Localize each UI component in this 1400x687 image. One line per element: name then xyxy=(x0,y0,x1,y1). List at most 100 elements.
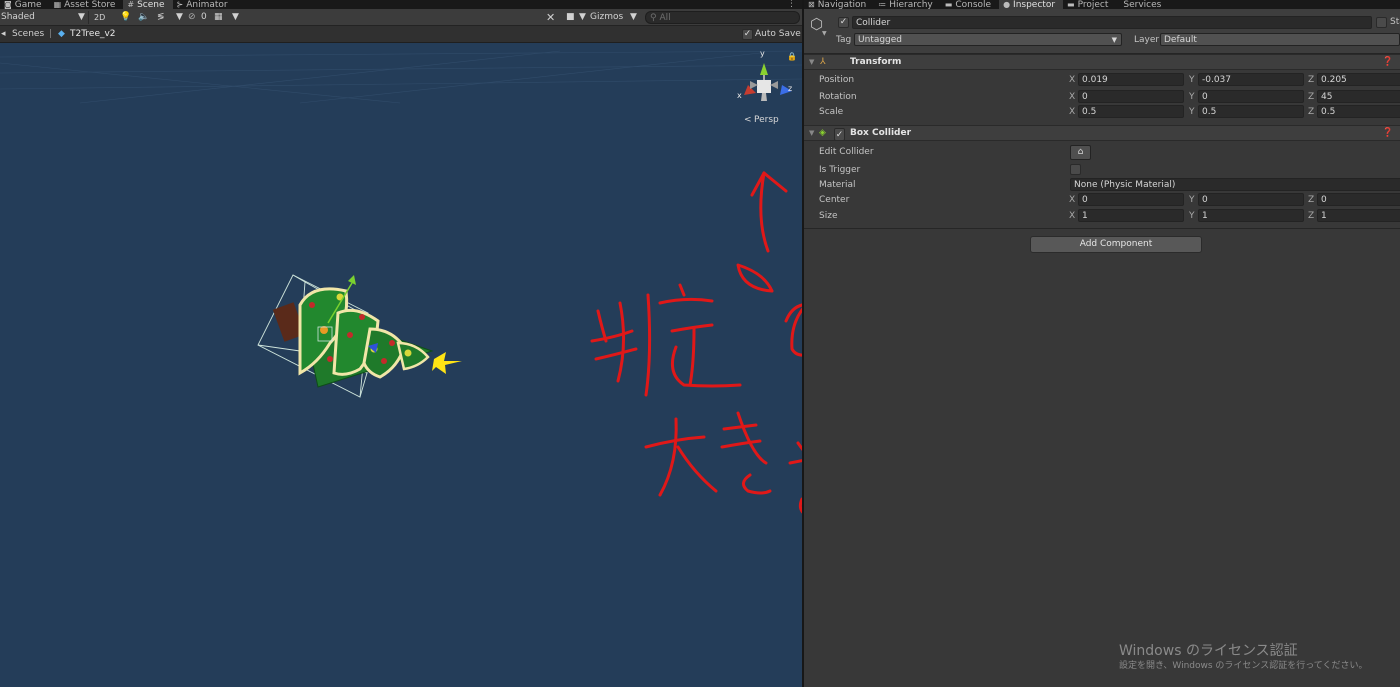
box-collider-enabled-checkbox[interactable]: ✓ xyxy=(834,128,845,141)
rotation-x-input[interactable]: 0 xyxy=(1078,90,1184,103)
tab-navigation[interactable]: ⊠ Navigation xyxy=(804,0,874,9)
tab-label: Services xyxy=(1123,0,1162,9)
effects-toggle-icon[interactable]: ≶ xyxy=(157,11,165,24)
tag-dropdown[interactable]: Untagged ▼ xyxy=(854,33,1122,46)
chevron-down-icon[interactable]: ▼ xyxy=(232,11,239,24)
scene-canvas[interactable]: y x z < Persp 🔒 xyxy=(0,43,802,687)
tab-scene[interactable]: # Scene xyxy=(123,0,173,9)
active-checkbox[interactable]: ✓ xyxy=(838,17,849,28)
static-label: Sta xyxy=(1390,17,1400,27)
kebab-menu-icon[interactable]: ⋮ xyxy=(787,0,796,9)
camera-icon[interactable]: ■ xyxy=(566,11,575,24)
info-icon: ● xyxy=(1003,0,1011,9)
gizmo-x-label: x xyxy=(737,91,742,100)
static-checkbox[interactable] xyxy=(1376,17,1387,28)
orientation-gizmo[interactable]: y x z < Persp 🔒 xyxy=(737,49,797,125)
back-arrow-icon[interactable]: ◂ xyxy=(1,28,6,41)
axis-y-label: Y xyxy=(1189,92,1195,102)
chevron-down-icon[interactable]: ▼ xyxy=(822,30,827,37)
tab-game[interactable]: ◙ Game xyxy=(0,0,50,9)
gameobject-name-input[interactable]: Collider xyxy=(852,16,1372,29)
position-x-input[interactable]: 0.019 xyxy=(1078,73,1184,86)
help-icon[interactable]: ❓ xyxy=(1382,127,1393,140)
toolbar-divider xyxy=(88,11,89,24)
checkmark-icon: ✓ xyxy=(742,29,753,40)
axis-z-label: Z xyxy=(1308,75,1315,85)
scene-viewport[interactable]: y x z < Persp 🔒 xyxy=(0,43,802,687)
center-y-input[interactable]: 0 xyxy=(1198,193,1304,206)
lock-icon[interactable]: 🔒 xyxy=(787,52,797,61)
grid-icon: # xyxy=(127,0,135,9)
breadcrumb-scenes[interactable]: Scenes xyxy=(12,28,44,41)
rotation-y-input[interactable]: 0 xyxy=(1198,90,1304,103)
scale-y-input[interactable]: 0.5 xyxy=(1198,105,1304,118)
grid-toggle-icon[interactable]: ▦ xyxy=(214,11,223,24)
chevron-down-icon[interactable]: ▼ xyxy=(78,11,85,24)
box-collider-title: Box Collider xyxy=(850,128,912,138)
breadcrumb-prefab[interactable]: T2Tree_v2 xyxy=(70,28,116,41)
center-z-input[interactable]: 0 xyxy=(1317,193,1400,206)
auto-save-checkbox[interactable]: ✓ xyxy=(742,28,753,41)
hidden-objects-count: 0 xyxy=(201,12,207,22)
chevron-down-icon[interactable]: ▼ xyxy=(176,11,183,24)
shading-mode-dropdown[interactable]: Shaded xyxy=(1,11,35,24)
animator-icon: ⊱ xyxy=(176,0,184,9)
tab-inspector[interactable]: ● Inspector xyxy=(999,0,1064,9)
tab-animator[interactable]: ⊱ Animator xyxy=(173,0,236,9)
help-icon[interactable]: ❓ xyxy=(1382,56,1393,69)
gizmos-dropdown[interactable]: Gizmos xyxy=(590,11,623,24)
tab-console[interactable]: ▬ Console xyxy=(941,0,999,9)
breadcrumb: ◂ Scenes | ◆ T2Tree_v2 ✓ Auto Save xyxy=(0,26,802,43)
tag-label: Tag xyxy=(836,35,852,45)
axis-y-label: Y xyxy=(1189,107,1195,117)
tools-icon[interactable]: ✕ xyxy=(546,11,555,24)
axis-x-label: X xyxy=(1069,92,1076,102)
chevron-down-icon[interactable]: ▼ xyxy=(579,11,586,24)
tab-label: Scene xyxy=(137,0,165,9)
chevron-down-icon[interactable]: ▼ xyxy=(809,56,814,69)
transform-header[interactable]: ▼ ⅄ Transform ❓ xyxy=(804,54,1400,70)
rotation-label: Rotation xyxy=(819,92,857,102)
component-divider xyxy=(804,228,1400,229)
tab-project[interactable]: ▬ Project xyxy=(1063,0,1116,9)
layer-dropdown[interactable]: Default xyxy=(1160,33,1400,46)
is-trigger-checkbox[interactable] xyxy=(1070,164,1081,175)
hidden-objects-icon[interactable]: ⊘ xyxy=(188,11,196,24)
tab-label: Console xyxy=(955,0,992,9)
size-label: Size xyxy=(819,211,838,221)
size-z-input[interactable]: 1 xyxy=(1317,209,1400,222)
scale-z-input[interactable]: 0.5 xyxy=(1317,105,1400,118)
position-z-input[interactable]: 0.205 xyxy=(1317,73,1400,86)
gameobject-header: ⬡ ▼ ✓ Collider Sta Tag Untagged▼ Layer D… xyxy=(804,9,1400,54)
chevron-down-icon[interactable]: ▼ xyxy=(809,127,814,140)
chevron-down-icon[interactable]: ▼ xyxy=(630,11,637,24)
toggle-2d-label: 2D xyxy=(94,13,106,22)
scene-tab-bar: ◙ Game ▦ Asset Store # Scene ⊱ Animator ⋮ xyxy=(0,0,802,9)
box-collider-icon: ◈ xyxy=(819,128,826,138)
tab-hierarchy[interactable]: ≔ Hierarchy xyxy=(874,0,941,9)
scene-grid xyxy=(0,50,802,104)
audio-toggle-icon[interactable]: 🔈 xyxy=(138,11,149,24)
scale-x-input[interactable]: 0.5 xyxy=(1078,105,1184,118)
tab-label: Hierarchy xyxy=(889,0,933,9)
size-y-input[interactable]: 1 xyxy=(1198,209,1304,222)
rotation-z-input[interactable]: 45 xyxy=(1317,90,1400,103)
edit-bounds-icon: ⌂ xyxy=(1077,147,1084,157)
box-collider-header[interactable]: ▼ ◈ ✓ Box Collider ❓ xyxy=(804,125,1400,141)
center-x-input[interactable]: 0 xyxy=(1078,193,1184,206)
lighting-toggle-icon[interactable]: 💡 xyxy=(120,11,131,24)
edit-collider-button[interactable]: ⌂ xyxy=(1070,145,1091,160)
position-label: Position xyxy=(819,75,855,85)
material-field[interactable]: None (Physic Material) xyxy=(1070,178,1400,191)
tab-services[interactable]: Services xyxy=(1116,0,1169,9)
tag-value: Untagged xyxy=(858,35,903,45)
axis-y-label: Y xyxy=(1189,211,1195,221)
projection-label[interactable]: Persp xyxy=(754,115,779,125)
scene-search-input[interactable]: ⚲ All xyxy=(645,11,800,24)
axis-x-label: X xyxy=(1069,195,1076,205)
position-y-input[interactable]: -0.037 xyxy=(1198,73,1304,86)
toggle-2d-button[interactable]: 2D xyxy=(94,11,105,24)
size-x-input[interactable]: 1 xyxy=(1078,209,1184,222)
tab-asset-store[interactable]: ▦ Asset Store xyxy=(50,0,124,9)
add-component-button[interactable]: Add Component xyxy=(1030,236,1202,253)
